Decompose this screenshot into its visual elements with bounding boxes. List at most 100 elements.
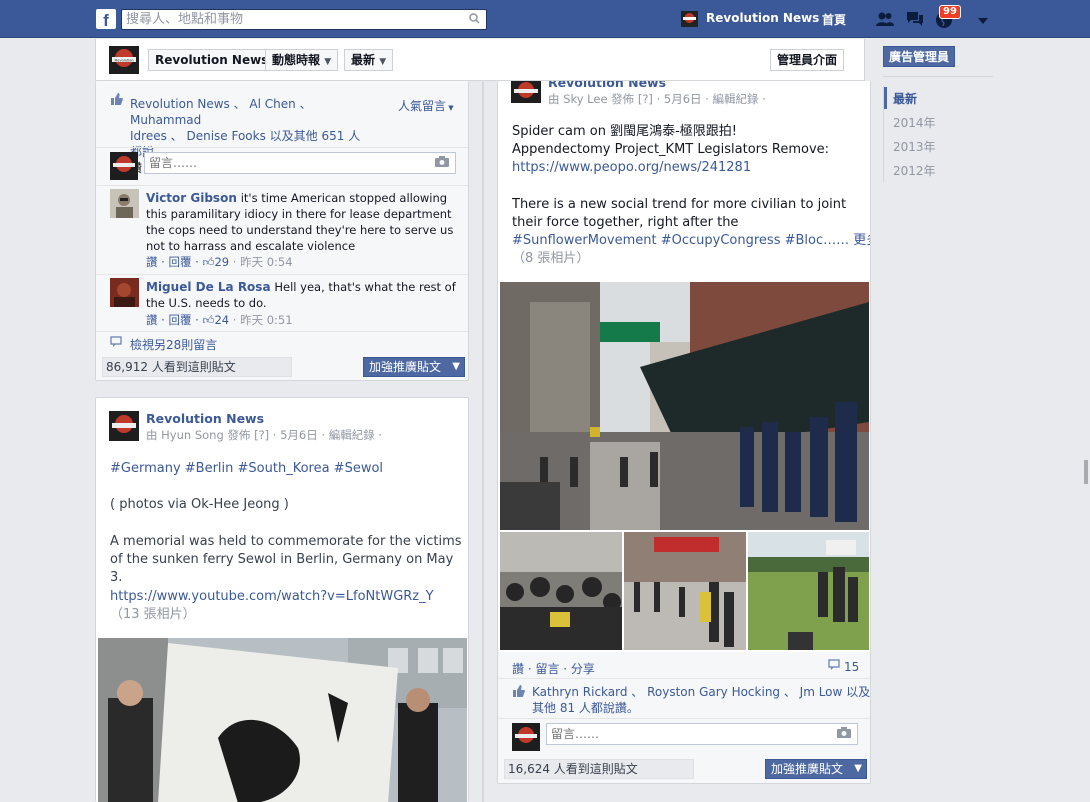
hashtag-links[interactable]: #Germany #Berlin #South_Korea #Sewol xyxy=(110,461,383,476)
comment-1: Victor Gibson it's time American stopped… xyxy=(146,190,458,254)
like-thumb-icon xyxy=(110,93,123,108)
page-profile-picture[interactable]: Revolution xyxy=(109,46,139,74)
likes-line[interactable]: 其他 81 人都說讚。 xyxy=(532,700,862,716)
comment-actions: 讚 · 回覆 · 👍︎29 · 昨天 0:54 xyxy=(146,254,293,270)
post-reach[interactable]: 86,912 人看到這則貼文 xyxy=(102,357,292,377)
view-more-comments-link[interactable]: 檢視另28則留言 xyxy=(130,336,217,353)
home-link[interactable]: 首頁 xyxy=(822,11,846,28)
page-name-link[interactable]: Revolution News xyxy=(706,11,819,25)
likes-summary: Kathryn Rickard 、 Royston Gary Hocking 、… xyxy=(532,684,870,716)
search-icon[interactable] xyxy=(469,13,480,27)
divider xyxy=(96,185,468,186)
chevron-down-icon: ▼ xyxy=(446,104,454,112)
divider xyxy=(498,678,870,679)
admin-panel-button[interactable]: 管理員介面 xyxy=(770,49,845,71)
divider xyxy=(96,274,468,275)
comments-count[interactable]: 15 xyxy=(844,660,859,674)
commenter-name-link[interactable]: Miguel De La Rosa xyxy=(146,280,271,294)
boost-label: 加強推廣貼文 xyxy=(369,360,442,374)
chevron-down-icon: ▼ xyxy=(452,361,460,372)
post-meta[interactable]: 由 Hyun Song 發佈 [?] · 5月6日 · 編輯紀錄 · xyxy=(146,427,382,443)
year-2014[interactable]: 2014年 xyxy=(893,114,936,131)
photo-count[interactable]: （8 張相片） xyxy=(512,250,589,268)
comment-box[interactable] xyxy=(144,152,456,174)
timeline-spine xyxy=(482,82,484,802)
comment-timestamp[interactable]: · 昨天 0:54 xyxy=(229,255,293,269)
post-body: A memorial was held to commemorate for t… xyxy=(110,534,462,585)
post-photo-thumb-3[interactable] xyxy=(748,532,869,650)
settings-caret-icon[interactable] xyxy=(974,13,992,29)
svg-text:Revolution: Revolution xyxy=(115,58,134,63)
post-line: Spider cam on 劉閩尾鴻泰-極限跟拍! xyxy=(512,124,737,139)
latest-dropdown[interactable]: 最新 ▼ xyxy=(344,49,394,71)
camera-icon[interactable] xyxy=(837,727,851,741)
boost-post-button[interactable]: 加強推廣貼文 ▼ xyxy=(363,357,465,377)
divider xyxy=(883,76,993,77)
year-2013[interactable]: 2013年 xyxy=(893,138,936,155)
divider xyxy=(498,718,870,719)
comment-like-icon: 👍︎ xyxy=(202,255,215,269)
comment-action-links[interactable]: 讚 · 回覆 · xyxy=(146,255,202,269)
latest-label: 最新 xyxy=(351,53,376,67)
comment-timestamp[interactable]: · 昨天 0:51 xyxy=(229,313,293,327)
likes-line[interactable]: Kathryn Rickard 、 Royston Gary Hocking 、… xyxy=(532,684,870,700)
post-photo-street-protest[interactable] xyxy=(500,282,869,530)
post-hashtags: #SunflowerMovement #OccupyCongress #Bloc… xyxy=(512,232,870,250)
see-more-link[interactable]: 更多 xyxy=(853,233,870,248)
page-name-button[interactable]: Revolution News xyxy=(148,49,276,71)
comment-2: Miguel De La Rosa Hell yea, that's what … xyxy=(146,279,458,311)
messages-icon[interactable] xyxy=(906,11,924,27)
post-photo-berlin-memorial[interactable] xyxy=(98,638,467,802)
camera-icon[interactable] xyxy=(435,156,449,170)
likes-line[interactable]: Revolution News 、 Al Chen 、 Muhammad xyxy=(130,96,370,128)
post-body: their force together, right after the xyxy=(512,215,739,230)
post-meta[interactable]: 由 Sky Lee 發佈 [?] · 5月6日 · 編輯紀錄 · xyxy=(548,91,766,107)
page-name-link[interactable]: Revolution News xyxy=(548,81,666,90)
post-card-3: Revolution News 由 Sky Lee 發佈 [?] · 5月6日 … xyxy=(497,81,871,784)
sort-label: 人氣留言 xyxy=(398,99,447,113)
jewel-icons xyxy=(876,9,988,29)
search-input[interactable] xyxy=(122,10,462,29)
comment-like-count[interactable]: 29 xyxy=(214,255,229,269)
hashtag-links[interactable]: #SunflowerMovement #OccupyCongress #Bloc… xyxy=(512,233,849,248)
miguel-de-la-rosa-avatar[interactable] xyxy=(110,278,139,307)
year-nav-rule xyxy=(883,86,884,182)
page-avatar xyxy=(681,11,698,27)
search-box[interactable] xyxy=(121,9,487,30)
post-photo-thumb-2[interactable] xyxy=(624,532,746,650)
comment-bubble-icon xyxy=(110,336,122,351)
comment-action-links[interactable]: 讚 · 回覆 · xyxy=(146,313,202,327)
boost-post-button[interactable]: 加強推廣貼文 ▼ xyxy=(765,759,867,779)
photo-count[interactable]: （13 張相片） xyxy=(110,606,196,624)
year-2012[interactable]: 2012年 xyxy=(893,162,936,179)
comment-input[interactable] xyxy=(145,153,425,173)
peopo-link[interactable]: https://www.peopo.org/news/241281 xyxy=(512,159,751,177)
youtube-link[interactable]: https://www.youtube.com/watch?v=LfoNtWGR… xyxy=(110,588,434,606)
facebook-logo[interactable]: f xyxy=(96,9,116,29)
page-admin-bar: Revolution Revolution News 動態時報 ▼ 最新 ▼ 管… xyxy=(95,39,865,81)
top-comments-sort[interactable]: 人氣留言 ▼ xyxy=(398,97,454,114)
post-actions[interactable]: 讚 · 留言 · 分享 xyxy=(512,660,595,677)
page-scrollbar-thumb[interactable] xyxy=(1084,460,1088,484)
comment-input[interactable] xyxy=(547,724,827,744)
comment-bubble-icon xyxy=(828,659,840,674)
timeline-dropdown[interactable]: 動態時報 ▼ xyxy=(265,49,339,71)
page-avatar[interactable] xyxy=(109,411,139,441)
chevron-down-icon: ▼ xyxy=(854,763,862,774)
commenter-name-link[interactable]: Victor Gibson xyxy=(146,191,237,205)
page-name-link[interactable]: Revolution News xyxy=(146,411,264,426)
victor-gibson-avatar[interactable] xyxy=(110,189,139,218)
ad-manager-button[interactable]: 廣告管理員 xyxy=(883,46,956,67)
chevron-down-icon: ▼ xyxy=(379,57,387,67)
post-body: There is a new social trend for more civ… xyxy=(512,197,847,212)
comment-box[interactable] xyxy=(546,723,858,745)
comment-like-count[interactable]: 24 xyxy=(214,313,229,327)
page-avatar[interactable] xyxy=(511,81,541,103)
commenter-avatar xyxy=(512,723,540,751)
post-reach[interactable]: 16,624 人看到這則貼文 xyxy=(504,759,694,779)
friend-requests-icon[interactable] xyxy=(876,11,894,27)
year-latest[interactable]: 最新 xyxy=(893,90,917,107)
comment-actions: 讚 · 回覆 · 👍︎24 · 昨天 0:51 xyxy=(146,312,293,328)
post-line: Appendectomy Project_KMT Legislators Rem… xyxy=(512,142,830,157)
post-photo-thumb-1[interactable] xyxy=(500,532,622,650)
